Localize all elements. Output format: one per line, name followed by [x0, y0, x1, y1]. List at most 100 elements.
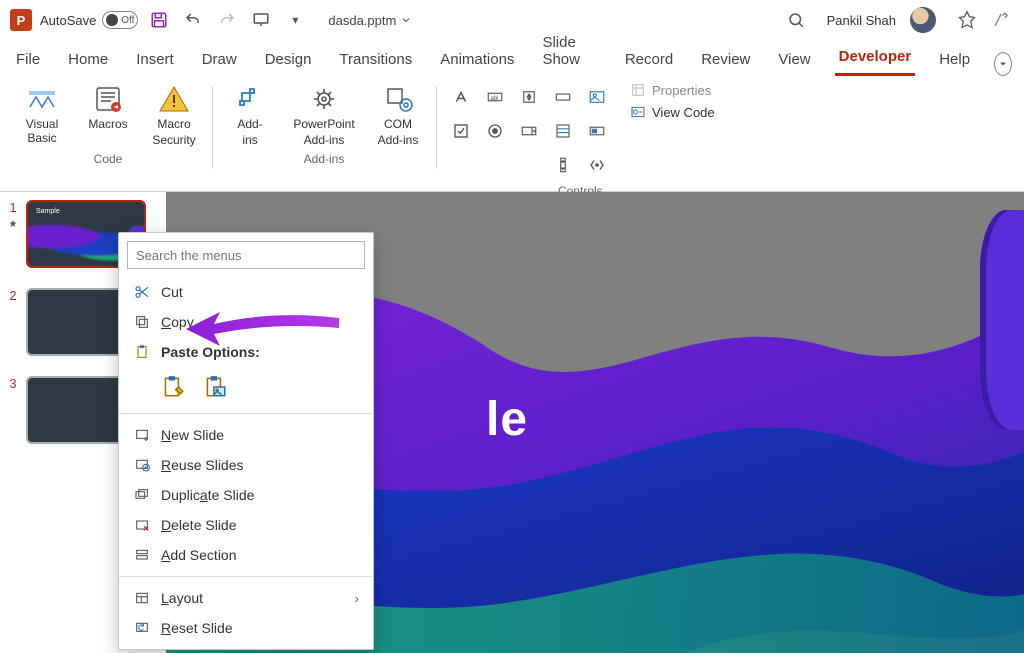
textbox-control-button[interactable]: abl [480, 82, 510, 112]
tab-file[interactable]: File [12, 45, 44, 76]
tab-view[interactable]: View [774, 45, 814, 76]
properties-icon [630, 82, 646, 98]
visual-basic-label: Visual Basic [14, 118, 70, 146]
menu-item-reuse-slides[interactable]: Reuse Slides [119, 450, 373, 480]
duplicate-slide-label: Duplicate Slide [161, 487, 254, 503]
premium-icon[interactable] [954, 7, 980, 33]
toggle-switch[interactable]: Off [102, 11, 138, 29]
optionbutton-control-button[interactable] [480, 116, 510, 146]
properties-label: Properties [652, 83, 711, 98]
svg-text:abl: abl [491, 96, 499, 102]
macro-security-button[interactable]: Macro Security [146, 82, 202, 148]
copy-label: Copy [161, 314, 194, 330]
paste-options-label: Paste Options: [161, 344, 260, 360]
tab-animations[interactable]: Animations [436, 45, 518, 76]
powerpoint-addins-button[interactable]: PowerPoint Add-ins [288, 82, 360, 148]
visual-basic-button[interactable]: Visual Basic [14, 82, 70, 146]
chevron-down-icon [997, 58, 1009, 70]
toggle-state: Off [121, 15, 134, 26]
macros-icon [91, 82, 125, 116]
filename-dropdown[interactable]: dasda.pptm [328, 13, 412, 28]
spinbutton-control-button[interactable] [514, 82, 544, 112]
properties-button: Properties [630, 82, 715, 98]
macros-label: Macros [88, 118, 127, 132]
present-button[interactable] [248, 7, 274, 33]
qat-overflow[interactable]: ▾ [282, 7, 308, 33]
thumb-sample-text: Sample [36, 208, 60, 215]
search-input[interactable] [127, 241, 365, 269]
submenu-arrow-icon: › [354, 590, 359, 606]
tab-transitions[interactable]: Transitions [335, 45, 416, 76]
ribbon: Visual Basic Macros Macro Security Code [0, 76, 1024, 192]
menu-item-cut[interactable]: Cut [119, 277, 373, 307]
group-code: Visual Basic Macros Macro Security Code [4, 78, 212, 191]
commandbutton-control-button[interactable] [548, 82, 578, 112]
add-section-label: Add Section [161, 547, 237, 563]
view-code-button[interactable]: View Code [630, 104, 715, 120]
combobox-control-button[interactable] [514, 116, 544, 146]
toggle-knob [106, 14, 118, 26]
reuse-slides-label: Reuse Slides [161, 457, 244, 473]
menu-item-duplicate-slide[interactable]: Duplicate Slide [119, 480, 373, 510]
designer-icon[interactable] [988, 7, 1014, 33]
copy-icon [133, 313, 151, 331]
delete-slide-label: Delete Slide [161, 517, 237, 533]
group-addins-label: Add-ins [304, 148, 345, 168]
menu-item-delete-slide[interactable]: Delete Slide [119, 510, 373, 540]
redo-button[interactable] [214, 7, 240, 33]
checkbox-control-button[interactable] [446, 116, 476, 146]
layout-label: Layout [161, 590, 203, 606]
reuse-slides-icon [133, 456, 151, 474]
macros-button[interactable]: Macros [80, 82, 136, 132]
image-control-button[interactable] [582, 82, 612, 112]
scissors-icon [133, 283, 151, 301]
autosave-toggle[interactable]: AutoSave Off [40, 11, 138, 29]
chevron-down-icon [400, 14, 412, 26]
tab-developer[interactable]: Developer [835, 42, 916, 76]
tab-help[interactable]: Help [935, 45, 974, 76]
menu-item-add-section[interactable]: Add Section [119, 540, 373, 570]
listbox-control-button[interactable] [548, 116, 578, 146]
tab-review[interactable]: Review [697, 45, 754, 76]
duplicate-icon [133, 486, 151, 504]
menu-item-reset-slide[interactable]: Reset Slide [119, 613, 373, 643]
group-controls: abl Properties View Code [436, 78, 725, 191]
gear-icon [307, 82, 341, 116]
menu-item-layout[interactable]: Layout › [119, 583, 373, 613]
addins-icon [233, 82, 267, 116]
user-avatar[interactable] [910, 7, 936, 33]
com-addins-button[interactable]: COM Add-ins [370, 82, 426, 148]
paste-keep-formatting-button[interactable] [159, 373, 187, 401]
search-button[interactable] [783, 7, 809, 33]
label-control-button[interactable] [446, 82, 476, 112]
scrollbar-control-button[interactable] [548, 150, 578, 180]
tab-insert[interactable]: Insert [132, 45, 178, 76]
pp-addins-label2: Add-ins [304, 134, 345, 148]
powerpoint-logo: P [10, 9, 32, 31]
tab-draw[interactable]: Draw [198, 45, 241, 76]
slide-accent-shape [980, 210, 1024, 430]
togglebutton-control-button[interactable] [582, 116, 612, 146]
context-search[interactable] [127, 241, 365, 269]
thumb-number: 3 [9, 376, 16, 391]
menu-item-copy[interactable]: Copy [119, 307, 373, 337]
reset-icon [133, 619, 151, 637]
addins-button[interactable]: Add- ins [222, 82, 278, 148]
undo-button[interactable] [180, 7, 206, 33]
tab-slideshow[interactable]: Slide Show [538, 28, 600, 76]
animation-star-icon: ★ [9, 219, 18, 230]
macro-security-label2: Security [152, 134, 195, 148]
view-code-icon [630, 104, 646, 120]
menu-item-new-slide[interactable]: New Slide [119, 420, 373, 450]
tab-record[interactable]: Record [621, 45, 677, 76]
paste-picture-button[interactable] [201, 373, 229, 401]
tab-design[interactable]: Design [261, 45, 316, 76]
save-button[interactable] [146, 7, 172, 33]
clipboard-icon [133, 343, 151, 361]
more-controls-button[interactable] [582, 150, 612, 180]
group-addins: Add- ins PowerPoint Add-ins COM Add-ins … [212, 78, 436, 191]
tab-home[interactable]: Home [64, 45, 112, 76]
user-name: Pankil Shah [827, 13, 896, 28]
ribbon-tabs: File Home Insert Draw Design Transitions… [0, 40, 1024, 76]
ribbon-collapse-button[interactable] [994, 52, 1012, 76]
